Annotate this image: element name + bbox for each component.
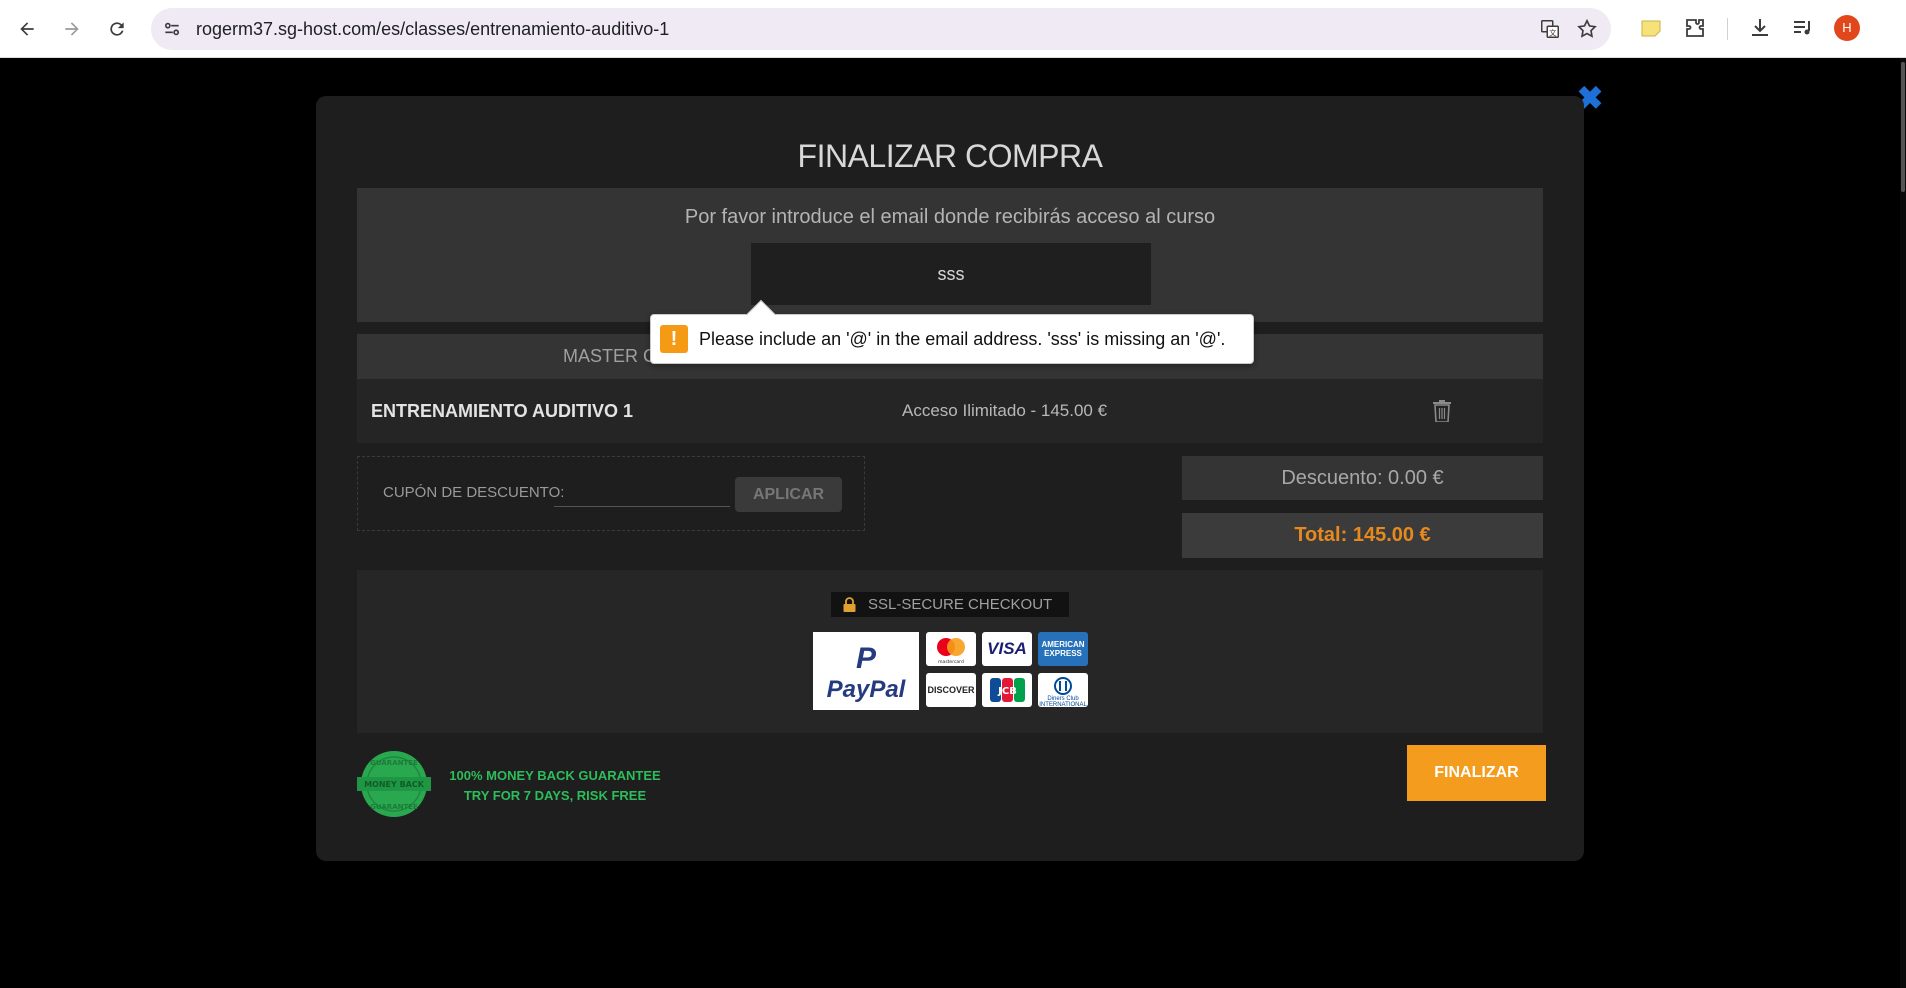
visa-label: VISA bbox=[987, 639, 1027, 658]
arrow-left-icon bbox=[20, 22, 34, 36]
mastercard-logo: mastercard bbox=[926, 632, 976, 666]
paypal-wordmark: PayPal bbox=[813, 676, 919, 704]
reload-icon bbox=[110, 22, 124, 36]
course-name: ENTRENAMIENTO AUDITIVO 1 bbox=[371, 401, 634, 421]
checkout-modal: FINALIZAR COMPRA Por favor introduce el … bbox=[316, 96, 1584, 861]
discount-summary: Descuento: 0.00 € bbox=[1182, 456, 1543, 500]
apply-coupon-button[interactable]: APLICAR bbox=[735, 477, 842, 512]
download-icon[interactable] bbox=[1748, 16, 1772, 40]
reload-button[interactable] bbox=[101, 13, 133, 45]
page-scrollbar[interactable] bbox=[1900, 58, 1906, 988]
bookmark-star-icon[interactable] bbox=[1576, 18, 1598, 40]
address-bar[interactable]: rogerm37.sg-host.com/es/classes/entrenam… bbox=[151, 8, 1611, 50]
toolbar-divider bbox=[1727, 18, 1728, 40]
browser-toolbar: rogerm37.sg-host.com/es/classes/entrenam… bbox=[0, 0, 1906, 58]
mastercard-icon: mastercard bbox=[937, 638, 965, 665]
forward-button[interactable] bbox=[56, 13, 88, 45]
svg-text:文: 文 bbox=[1549, 28, 1557, 37]
email-prompt: Por favor introduce el email donde recib… bbox=[684, 206, 1216, 228]
email-validation-tooltip: ! Please include an '@' in the email add… bbox=[650, 299, 1254, 364]
warning-icon: ! bbox=[660, 325, 688, 353]
course-price: Acceso Ilimitado - 145.00 € bbox=[902, 401, 1108, 420]
email-panel: Por favor introduce el email donde recib… bbox=[357, 188, 1543, 322]
payment-methods-panel: SSL-SECURE CHECKOUT P PayPal mastercard … bbox=[357, 570, 1543, 733]
notes-extension-icon[interactable] bbox=[1639, 16, 1663, 40]
coupon-input[interactable] bbox=[554, 483, 730, 507]
amex-label: AMERICAN EXPRESS bbox=[1041, 640, 1085, 658]
coupon-label: CUPÓN DE DESCUENTO: bbox=[383, 484, 565, 501]
course-row: ENTRENAMIENTO AUDITIVO 1 Acceso Ilimitad… bbox=[357, 379, 1543, 443]
translate-icon[interactable]: 文 bbox=[1539, 18, 1561, 40]
money-back-seal-icon: GUARANTEE MONEY BACK GUARANTEE bbox=[357, 751, 431, 817]
discover-label: DISCOVER bbox=[927, 685, 975, 695]
diners-label: Diners Club INTERNATIONAL bbox=[1039, 696, 1087, 707]
course-header-label: MASTER C bbox=[563, 346, 657, 366]
guarantee-text: 100% MONEY BACK GUARANTEE TRY FOR 7 DAYS… bbox=[440, 766, 670, 806]
seal-text-middle: MONEY BACK bbox=[364, 780, 425, 789]
diners-logo: Diners Club INTERNATIONAL bbox=[1038, 673, 1088, 707]
paypal-label: PayPal bbox=[826, 676, 906, 703]
back-button[interactable] bbox=[11, 13, 43, 45]
finalize-button[interactable]: FINALIZAR bbox=[1407, 745, 1546, 801]
mastercard-label: mastercard bbox=[938, 659, 964, 665]
modal-title: FINALIZAR COMPRA bbox=[797, 138, 1103, 174]
ssl-badge: SSL-SECURE CHECKOUT bbox=[831, 592, 1069, 617]
visa-logo: VISA bbox=[982, 632, 1032, 666]
trash-icon[interactable] bbox=[1433, 400, 1451, 422]
paypal-logo: P PayPal bbox=[813, 632, 919, 710]
site-info-icon[interactable] bbox=[162, 19, 182, 39]
scrollbar-thumb[interactable] bbox=[1901, 62, 1905, 192]
seal-text-top: GUARANTEE bbox=[370, 759, 418, 767]
url-text[interactable]: rogerm37.sg-host.com/es/classes/entrenam… bbox=[196, 8, 669, 50]
paypal-p-icon: P bbox=[855, 642, 876, 675]
profile-avatar[interactable]: H bbox=[1834, 15, 1860, 41]
guarantee-line1: 100% MONEY BACK GUARANTEE bbox=[449, 768, 661, 783]
jcb-logo: JCB bbox=[982, 673, 1032, 707]
total-summary: Total: 145.00 € bbox=[1182, 513, 1543, 558]
amex-logo: AMERICAN EXPRESS bbox=[1038, 632, 1088, 666]
extensions-puzzle-icon[interactable] bbox=[1683, 16, 1707, 40]
diners-icon bbox=[1054, 677, 1072, 695]
ssl-label: SSL-SECURE CHECKOUT bbox=[868, 596, 1053, 613]
coupon-section: CUPÓN DE DESCUENTO: APLICAR bbox=[357, 456, 865, 531]
arrow-right-icon bbox=[65, 22, 79, 36]
lock-icon bbox=[843, 597, 856, 612]
seal-text-bottom: GUARANTEE bbox=[370, 803, 418, 811]
discover-logo: DISCOVER bbox=[926, 673, 976, 707]
media-control-icon[interactable] bbox=[1791, 16, 1815, 40]
jcb-label: JCB bbox=[997, 686, 1017, 697]
jcb-icon: JCB bbox=[990, 678, 1025, 702]
validation-message: Please include an '@' in the email addre… bbox=[699, 329, 1226, 349]
guarantee-line2: TRY FOR 7 DAYS, RISK FREE bbox=[463, 788, 647, 803]
email-field[interactable] bbox=[751, 243, 1151, 305]
